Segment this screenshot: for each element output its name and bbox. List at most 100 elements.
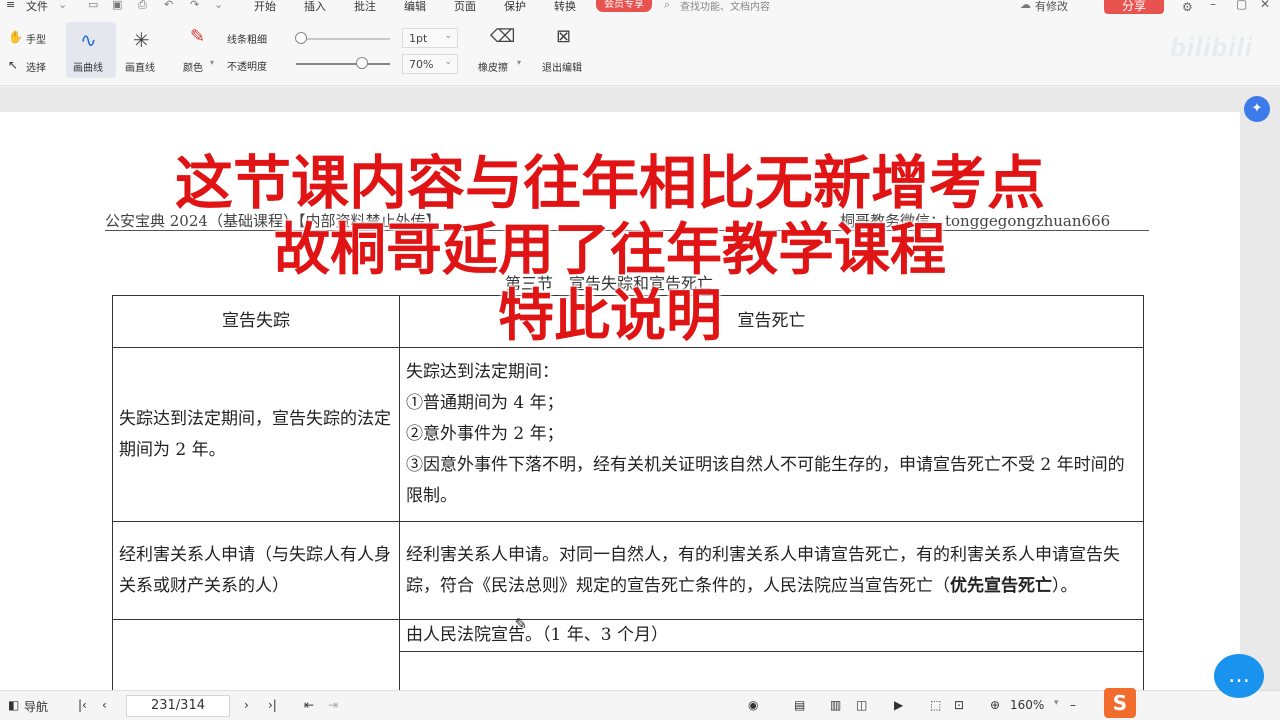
list-item: ①普通期间为 4 年； xyxy=(406,393,564,413)
line-icon[interactable]: ✳ xyxy=(133,28,150,52)
menu-file[interactable]: 文件 xyxy=(26,0,48,14)
close-icon[interactable]: ✕ xyxy=(1260,0,1270,11)
chevron-down-icon[interactable]: ▾ xyxy=(210,58,214,67)
nav-panel-icon[interactable]: ◧ xyxy=(8,698,19,712)
cursor-icon: ↖ xyxy=(8,58,19,72)
member-badge[interactable]: 会员专享 xyxy=(596,0,652,12)
search-icon[interactable]: ⌕ xyxy=(664,0,670,12)
curve-icon: ∿ xyxy=(80,28,97,52)
single-page-icon[interactable]: ▤ xyxy=(794,698,805,712)
last-page-icon[interactable]: ›| xyxy=(268,698,277,712)
list-item: 失踪达到法定期间： xyxy=(406,362,559,382)
table-cell xyxy=(112,619,400,652)
opacity-dropdown[interactable]: 70% ⌄ xyxy=(402,54,458,74)
menu-convert[interactable]: 转换 xyxy=(554,0,576,14)
pen-cursor-icon: ✎ xyxy=(514,614,528,633)
continuous-icon[interactable]: ▥ xyxy=(830,698,841,712)
thickness-slider[interactable] xyxy=(296,38,390,40)
ink-toolbar: ✋ 手型 ↖ 选择 ∿ 画曲线 ✳ 画直线 ✎ 颜色 ▾ 线条粗细 不透明度 1… xyxy=(0,14,1280,86)
chevron-down-icon[interactable]: ⌄ xyxy=(58,0,67,11)
folder-icon[interactable]: ▭ xyxy=(88,0,98,11)
menu-page[interactable]: 页面 xyxy=(454,0,476,14)
hand-icon: ✋ xyxy=(8,30,23,44)
print-icon[interactable]: ⎙ xyxy=(138,0,147,12)
eraser-icon[interactable]: ⌫ xyxy=(490,26,515,47)
gear-icon[interactable]: ⚙ xyxy=(1182,0,1193,14)
table-cell: 失踪达到法定期间，宣告失踪的法定期间为 2 年。 xyxy=(112,347,400,522)
caption-line-2: 故桐哥延用了往年教学课程 xyxy=(274,218,946,283)
overlay-caption: 这节课内容与往年相比无新增考点 故桐哥延用了往年教学课程 特此说明 xyxy=(0,148,1220,350)
prev-page-icon[interactable]: ‹ xyxy=(102,698,107,712)
table-cell: 经利害关系人申请。对同一自然人，有的利害关系人申请宣告死亡，有的利害关系人申请宣… xyxy=(399,521,1144,620)
ime-logo[interactable]: S xyxy=(1104,688,1136,718)
thickness-slider-knob[interactable] xyxy=(294,32,307,44)
thickness-value: 1pt xyxy=(409,32,428,45)
draw-line-button[interactable]: 画直线 xyxy=(125,59,155,74)
watermark-logo: bilibili xyxy=(1170,32,1254,62)
hamburger-icon[interactable]: ≡ xyxy=(6,0,15,11)
pen-color-icon[interactable]: ✎ xyxy=(190,26,205,47)
page-indicator[interactable]: 231/314 xyxy=(126,695,230,717)
table-cell: 经利害关系人申请（与失踪人有人身关系或财产关系的人） xyxy=(112,521,400,620)
redo-icon[interactable]: ↷ xyxy=(190,0,199,11)
caption-line-3: 特此说明 xyxy=(498,284,722,349)
play-icon[interactable]: ▶ xyxy=(894,698,903,712)
undo-icon[interactable]: ↶ xyxy=(164,0,173,11)
menu-edit[interactable]: 编辑 xyxy=(404,0,426,14)
caption-line-1: 这节课内容与往年相比无新增考点 xyxy=(174,149,1045,217)
select-tool-label[interactable]: 选择 xyxy=(26,59,46,74)
app-window: ≡ 文件 ⌄ ▭ ▣ ⎙ ↶ ↷ ⌄ 开始 插入 批注 编辑 页面 保护 转换 … xyxy=(0,0,1280,720)
menu-insert[interactable]: 插入 xyxy=(304,0,326,14)
eraser-button[interactable]: 橡皮擦 xyxy=(478,59,508,74)
fit-width-icon[interactable]: ⬚ xyxy=(930,698,941,712)
search-input[interactable]: 查找功能、文档内容 xyxy=(680,0,770,13)
exit-edit-icon[interactable]: ⊠ xyxy=(556,26,571,47)
chevron-down-icon[interactable]: ⌄ xyxy=(214,0,223,11)
back-icon[interactable]: ⇤ xyxy=(304,698,314,712)
zoom-value[interactable]: 160% xyxy=(1010,698,1044,712)
nav-button[interactable]: 导航 xyxy=(24,698,48,715)
chat-bubble-icon[interactable]: … xyxy=(1214,654,1264,698)
menu-protect[interactable]: 保护 xyxy=(504,0,526,14)
comparison-table: 宣告失踪 ✎ 宣告死亡 失踪达到法定期间，宣告失踪的法定期间为 2 年。 失踪达… xyxy=(112,295,1144,695)
opacity-slider-knob[interactable] xyxy=(355,57,368,69)
minimize-icon[interactable]: – xyxy=(1210,0,1216,11)
forward-icon[interactable]: ⇥ xyxy=(328,698,338,712)
save-icon[interactable]: ▣ xyxy=(112,0,122,11)
list-item: ③因意外事件下落不明，经有关机关证明该自然人不可能生存的，申请宣告死亡不受 2 … xyxy=(406,455,1125,506)
list-item: ②意外事件为 2 年； xyxy=(406,424,564,444)
cloud-icon: ☁ xyxy=(1020,0,1031,11)
next-page-icon[interactable]: › xyxy=(244,698,249,712)
hand-tool-label[interactable]: 手型 xyxy=(26,31,46,46)
color-button[interactable]: 颜色 xyxy=(183,59,203,74)
first-page-icon[interactable]: |‹ xyxy=(78,698,87,712)
exit-edit-button[interactable]: 退出编辑 xyxy=(542,59,582,74)
zoom-icon: ⊕ xyxy=(990,698,1001,712)
opacity-slider[interactable] xyxy=(296,63,390,65)
menu-bar: ≡ 文件 ⌄ ▭ ▣ ⎙ ↶ ↷ ⌄ 开始 插入 批注 编辑 页面 保护 转换 … xyxy=(0,0,1280,14)
side-panel-icon[interactable]: ✦ xyxy=(1244,96,1270,122)
save-status[interactable]: 有修改 xyxy=(1035,0,1068,14)
table-cell xyxy=(112,651,400,695)
table-cell: 失踪达到法定期间： ①普通期间为 4 年； ②意外事件为 2 年； ③因意外事件… xyxy=(399,347,1144,522)
cell-text-end: ）。 xyxy=(1052,575,1078,596)
eye-icon[interactable]: ◉ xyxy=(748,698,758,712)
opacity-value: 70% xyxy=(409,58,434,71)
status-bar: ◧ 导航 |‹ ‹ 231/314 › ›| ⇤ ⇥ ◉ ▤ ▥ ◫ ▶ ⬚ ⊡… xyxy=(0,690,1280,720)
draw-curve-label: 画曲线 xyxy=(73,63,103,74)
thickness-label: 线条粗细 xyxy=(227,35,267,46)
chevron-down-icon: ⌄ xyxy=(444,31,452,41)
thickness-dropdown[interactable]: 1pt ⌄ xyxy=(402,28,458,48)
zoom-out-icon[interactable]: – xyxy=(1070,698,1076,712)
menu-start[interactable]: 开始 xyxy=(254,0,276,14)
menu-comment[interactable]: 批注 xyxy=(354,0,376,14)
two-page-icon[interactable]: ◫ xyxy=(856,698,867,712)
opacity-label: 不透明度 xyxy=(227,62,267,73)
chevron-down-icon[interactable]: ▾ xyxy=(1054,698,1059,708)
fit-page-icon[interactable]: ⊡ xyxy=(954,698,964,712)
maximize-icon[interactable]: ▢ xyxy=(1236,0,1247,11)
share-button[interactable]: 分享 xyxy=(1104,0,1164,14)
chevron-down-icon[interactable]: ▾ xyxy=(517,58,521,67)
table-cell: 由人民法院宣告。（1 年、3 个月） xyxy=(399,619,1144,652)
cell-emphasis: 优先宣告死亡 xyxy=(950,575,1052,596)
